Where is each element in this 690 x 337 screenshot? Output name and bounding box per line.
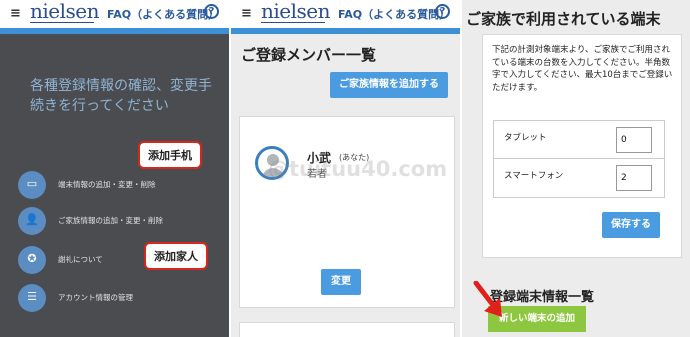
- hamburger-menu-icon[interactable]: ≡: [10, 6, 21, 21]
- table-row: スマートフォン 2: [494, 159, 664, 197]
- faq-link[interactable]: FAQ（よくある質問）: [107, 6, 219, 22]
- menu-item-label: 謝礼について: [58, 255, 103, 264]
- award-icon: ✪: [18, 246, 46, 274]
- smartphone-count-input[interactable]: 2: [616, 165, 652, 191]
- screen-account-menu: ≡ nielsen FAQ（よくある質問） ? 各種登録情報の確認、変更手続きを…: [0, 0, 229, 337]
- help-icon[interactable]: ?: [204, 4, 219, 19]
- callout-add-family: 添加家人: [144, 242, 208, 270]
- nielsen-logo[interactable]: nielsen: [30, 0, 100, 23]
- table-row: タブレット 0: [494, 121, 664, 159]
- hamburger-menu-icon[interactable]: ≡: [241, 6, 252, 21]
- menu-item-family[interactable]: 👤 ご家族情報の追加・変更・削除: [18, 207, 223, 235]
- menu-item-label: 端末情報の追加・変更・削除: [58, 180, 156, 189]
- logo-underline: [30, 22, 94, 23]
- menu-item-account[interactable]: ☰ アカウント情報の管理: [18, 284, 223, 312]
- person-icon: 👤: [18, 207, 46, 235]
- nielsen-logo[interactable]: nielsen: [261, 0, 331, 23]
- screen-family-devices: ご家族で利用されている端末 下記の計測対象端末より、ご家族でご利用されている端末…: [462, 0, 690, 337]
- tablet-count-input[interactable]: 0: [616, 127, 652, 153]
- save-button[interactable]: 保存する: [602, 212, 660, 238]
- devices-table: タブレット 0 スマートフォン 2: [493, 120, 665, 198]
- top-bar: ≡ nielsen FAQ（よくある質問） ?: [0, 0, 229, 28]
- header-accent-bar: [231, 28, 460, 34]
- device-name: タブレット: [504, 133, 547, 143]
- menu-item-label: ご家族情報の追加・変更・削除: [58, 216, 163, 225]
- page-title: ご登録メンバー一覧: [241, 46, 377, 64]
- logo-underline: [261, 22, 325, 23]
- page-title: ご家族で利用されている端末: [466, 10, 661, 28]
- edit-member-button[interactable]: 変更: [321, 269, 361, 295]
- callout-add-device: 添加手机: [138, 141, 202, 169]
- add-family-button[interactable]: ご家族情報を追加する: [330, 72, 448, 98]
- devices-description: 下記の計測対象端末より、ご家族でご利用されている端末の台数を入力してください。半…: [492, 45, 673, 93]
- red-arrow-icon: [473, 281, 502, 317]
- member-card-next: [239, 322, 455, 337]
- menu-heading: 各種登録情報の確認、変更手続きを行ってください: [30, 78, 212, 114]
- device-icon: ▭: [18, 171, 46, 199]
- list-icon: ☰: [18, 284, 46, 312]
- watermark: @tuituu40.com: [268, 157, 448, 181]
- menu-item-label: アカウント情報の管理: [58, 293, 133, 302]
- help-icon[interactable]: ?: [435, 4, 450, 19]
- device-name: スマートフォン: [504, 171, 564, 181]
- faq-link[interactable]: FAQ（よくある質問）: [338, 6, 450, 22]
- menu-item-devices[interactable]: ▭ 端末情報の追加・変更・削除: [18, 171, 223, 199]
- top-bar: ≡ nielsen FAQ（よくある質問） ?: [231, 0, 460, 28]
